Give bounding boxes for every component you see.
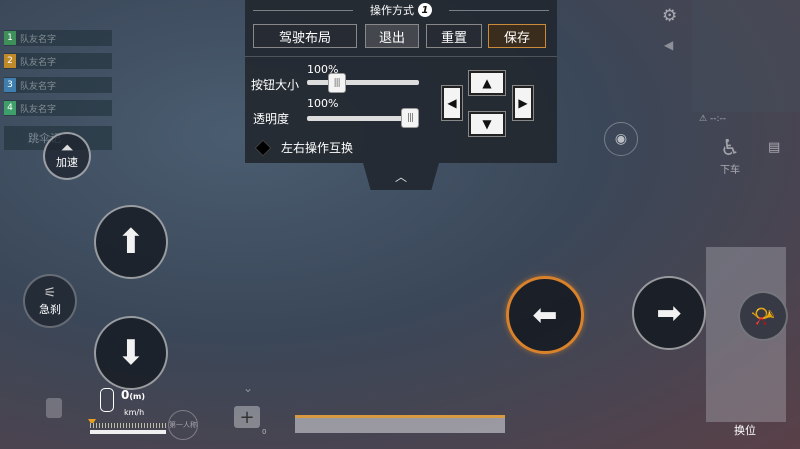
- triangle-right-icon: ▶: [518, 96, 528, 110]
- arrow-up-icon: ⬆: [116, 222, 146, 262]
- exit-vehicle-icon: ♿: [720, 136, 740, 161]
- horn-button[interactable]: 📯: [738, 291, 788, 341]
- teammate-row-4: 4 队友名字: [4, 100, 112, 116]
- minimap[interactable]: [692, 0, 800, 112]
- fuel-gauge: [88, 419, 166, 435]
- first-person-label: 第一人称: [169, 421, 197, 429]
- exit-button[interactable]: 退出: [365, 24, 419, 48]
- button-size-label: 按钮大小: [251, 78, 300, 92]
- driving-layout-label: 驾驶布局: [278, 30, 331, 46]
- arrow-left-icon: ⬅: [532, 297, 558, 333]
- first-person-button[interactable]: 第一人称: [168, 410, 198, 440]
- save-label: 保存: [503, 30, 530, 46]
- horn-icon: 📯: [750, 304, 776, 328]
- triangle-down-icon: ▼: [482, 117, 492, 131]
- swap-sides-toggle[interactable]: 左右操作互换: [254, 139, 354, 156]
- accelerate-label: 加速: [56, 156, 78, 169]
- arrow-down-icon: ⬇: [116, 333, 146, 373]
- warning-icon: ⚠: [699, 114, 708, 124]
- exit-vehicle-label: 下车: [720, 165, 740, 176]
- button-size-slider-handle[interactable]: |||: [327, 73, 346, 93]
- vehicle-icon: [100, 388, 114, 412]
- double-chevron-up-icon: ⏶: [60, 138, 74, 157]
- vehicle-health-bar: [295, 415, 505, 433]
- nudge-right-button[interactable]: ▶: [512, 85, 534, 121]
- opacity-value: 100%: [307, 97, 339, 110]
- medkit-button[interactable]: + 0: [230, 398, 267, 436]
- driving-layout-button[interactable]: 驾驶布局: [253, 24, 357, 48]
- teammate-number: 4: [4, 101, 16, 115]
- teammate-name: 队友名字: [20, 57, 57, 68]
- handbrake-icon: ⚟: [43, 285, 57, 301]
- medkit-count: 0: [262, 428, 267, 436]
- fuel-icon: [46, 398, 62, 418]
- chat-icon[interactable]: ▤: [768, 140, 780, 155]
- teammate-number: 3: [4, 78, 16, 92]
- panel-title-badge: 1: [418, 3, 432, 17]
- reset-button[interactable]: 重置: [426, 24, 482, 48]
- teammate-name: 队友名字: [20, 104, 57, 115]
- reset-label: 重置: [440, 30, 467, 46]
- brake-button[interactable]: ⚟ 急刹: [23, 274, 77, 328]
- accelerate-button[interactable]: ⏶ 加速: [43, 132, 91, 180]
- exit-vehicle-button[interactable]: ♿ 下车: [712, 136, 748, 194]
- throttle-up-button[interactable]: ⬆: [94, 205, 168, 279]
- chevron-up-icon: ︿: [394, 170, 407, 184]
- chevron-down-icon: ⌄: [243, 381, 254, 395]
- opacity-slider-handle[interactable]: |||: [401, 108, 419, 128]
- speed-unit-m: (m): [129, 392, 146, 401]
- speed-unit: km/h: [124, 408, 145, 417]
- medkit-icon: +: [234, 406, 260, 428]
- control-settings-panel: 操作方式 1 驾驶布局 退出 重置 保存 按钮大小 100% ||| 透明度 1…: [245, 0, 557, 163]
- nudge-left-button[interactable]: ◀: [441, 85, 463, 121]
- triangle-up-icon: ▲: [482, 76, 492, 90]
- mark-value: --:--: [709, 114, 726, 124]
- panel-title: 操作方式: [370, 4, 414, 17]
- teammate-row-2: 2 队友名字: [4, 53, 112, 69]
- teammate-name: 队友名字: [20, 81, 57, 92]
- teammate-number: 2: [4, 54, 16, 68]
- diamond-checkbox-icon: [254, 139, 272, 156]
- panel-divider: [245, 56, 557, 57]
- teammate-name: 队友名字: [20, 34, 57, 45]
- nudge-down-button[interactable]: ▼: [468, 111, 506, 137]
- exit-label: 退出: [378, 30, 405, 46]
- nudge-up-button[interactable]: ▲: [468, 70, 506, 96]
- steer-right-button[interactable]: ➡: [632, 276, 706, 350]
- arrow-right-icon: ➡: [656, 295, 682, 331]
- mark-timer: ⚠ --:--: [699, 114, 726, 124]
- switch-seat-label: 换位: [734, 424, 756, 437]
- eye-icon[interactable]: ◉: [604, 122, 638, 156]
- gear-icon[interactable]: ⚙: [662, 6, 677, 26]
- save-button[interactable]: 保存: [488, 24, 546, 48]
- teammate-number: 1: [4, 31, 16, 45]
- throttle-down-button[interactable]: ⬇: [94, 316, 168, 390]
- speaker-icon[interactable]: ◀: [664, 38, 673, 52]
- triangle-left-icon: ◀: [447, 96, 457, 110]
- panel-title-bar: 操作方式 1: [245, 0, 557, 20]
- speed-value: 0(m): [121, 388, 145, 402]
- swap-sides-label: 左右操作互换: [281, 141, 354, 155]
- button-size-slider[interactable]: [307, 80, 419, 85]
- brake-label: 急刹: [39, 303, 61, 316]
- teammate-row-3: 3 队友名字: [4, 77, 112, 93]
- teammate-row-1: 1 队友名字: [4, 30, 112, 46]
- collapse-panel-button[interactable]: ︿: [363, 163, 439, 190]
- steer-left-button[interactable]: ⬅: [506, 276, 584, 354]
- opacity-label: 透明度: [253, 112, 290, 126]
